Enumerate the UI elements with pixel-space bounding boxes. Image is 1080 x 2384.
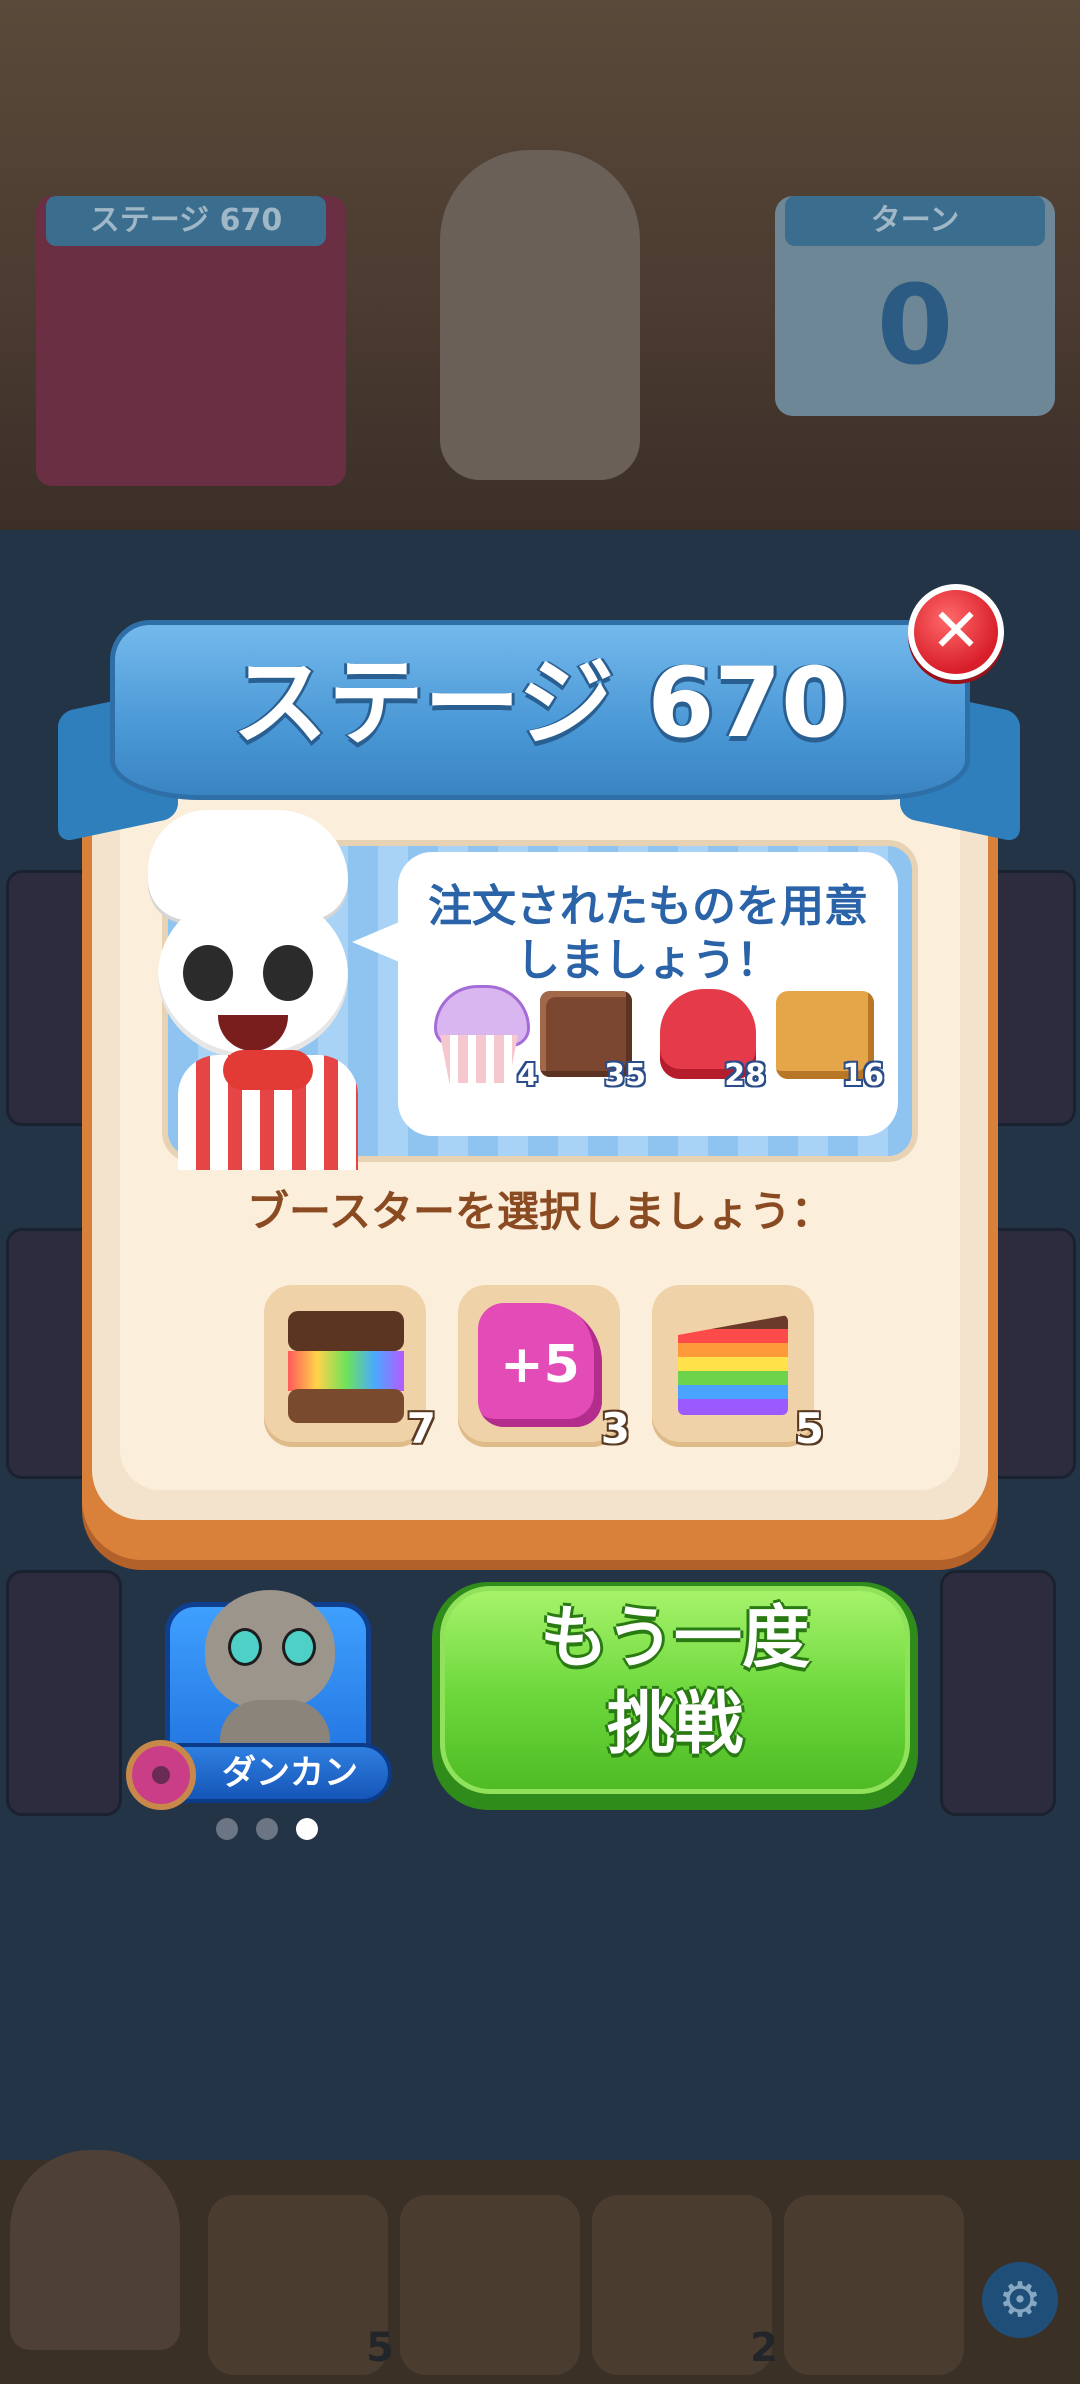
rainbow-cake-icon (678, 1315, 788, 1415)
booster-count: 7 (406, 1404, 436, 1453)
close-icon: ✕ (930, 596, 982, 666)
cat-eye (228, 1628, 262, 1666)
chef-eye (263, 945, 313, 1001)
order-message: 注文されたものを用意しましょう！ (428, 881, 868, 986)
chef-bowtie (223, 1050, 313, 1090)
tool-count: 2 (750, 2325, 778, 2371)
booster-count: 5 (794, 1404, 824, 1453)
page-dot[interactable] (256, 1818, 278, 1840)
turn-counter: 0 (876, 261, 954, 389)
buddy-name: ダンカン (222, 1753, 358, 1793)
tool-rolling-pin[interactable] (400, 2195, 580, 2375)
page-dot-active[interactable] (296, 1818, 318, 1840)
rainbow-smore-base (288, 1389, 404, 1423)
tool-spoon[interactable] (784, 2195, 964, 2375)
booster-plus-five-moves[interactable]: +5 3 (458, 1285, 630, 1453)
board-column (6, 1570, 122, 1816)
retry-button-label[interactable]: もう一度 挑戦 (440, 1596, 910, 1786)
turn-panel-title: ターン (785, 196, 1045, 246)
rainbow-smore-filling (288, 1351, 404, 1391)
booster-rainbow-cake[interactable]: 5 (652, 1285, 824, 1453)
page-dot[interactable] (216, 1818, 238, 1840)
booster-rainbow-smore[interactable]: 7 (264, 1285, 436, 1453)
tool-count: 5 (366, 2325, 394, 2371)
order-count: 16 (842, 1058, 884, 1093)
speech-bubble-tail (352, 920, 404, 964)
tool-piping-bag[interactable]: 2 (592, 2195, 778, 2375)
booster-count: 3 (600, 1404, 630, 1453)
order-panel-title: ステージ 670 (46, 196, 326, 246)
cupcake-liner (440, 1035, 518, 1083)
close-button[interactable]: ✕ (908, 584, 1004, 680)
order-count: 28 (724, 1058, 766, 1093)
pug-character (10, 2150, 180, 2350)
order-item-cheese: 16 (770, 985, 884, 1093)
background-chef (440, 150, 640, 480)
board-column (940, 1570, 1056, 1816)
order-item-cupcake: 4 (424, 985, 538, 1093)
rainbow-smore-icon (288, 1311, 404, 1351)
tool-oven-mitt[interactable]: 5 (208, 2195, 394, 2375)
panda-chef (138, 810, 388, 1170)
gear-icon[interactable]: ⚙ (982, 2262, 1058, 2338)
modal-title: ステージ 670 (232, 647, 848, 759)
order-item-heart: 28 (652, 985, 766, 1093)
order-item-chocolate: 35 (532, 985, 646, 1093)
booster-label: ブースターを選択しましょう： (247, 1187, 833, 1236)
chef-eye (183, 945, 233, 1001)
plus-five-moves-icon: +5 (478, 1303, 602, 1427)
donut-hole (152, 1766, 170, 1784)
cat-eye (282, 1628, 316, 1666)
order-count: 35 (604, 1058, 646, 1093)
